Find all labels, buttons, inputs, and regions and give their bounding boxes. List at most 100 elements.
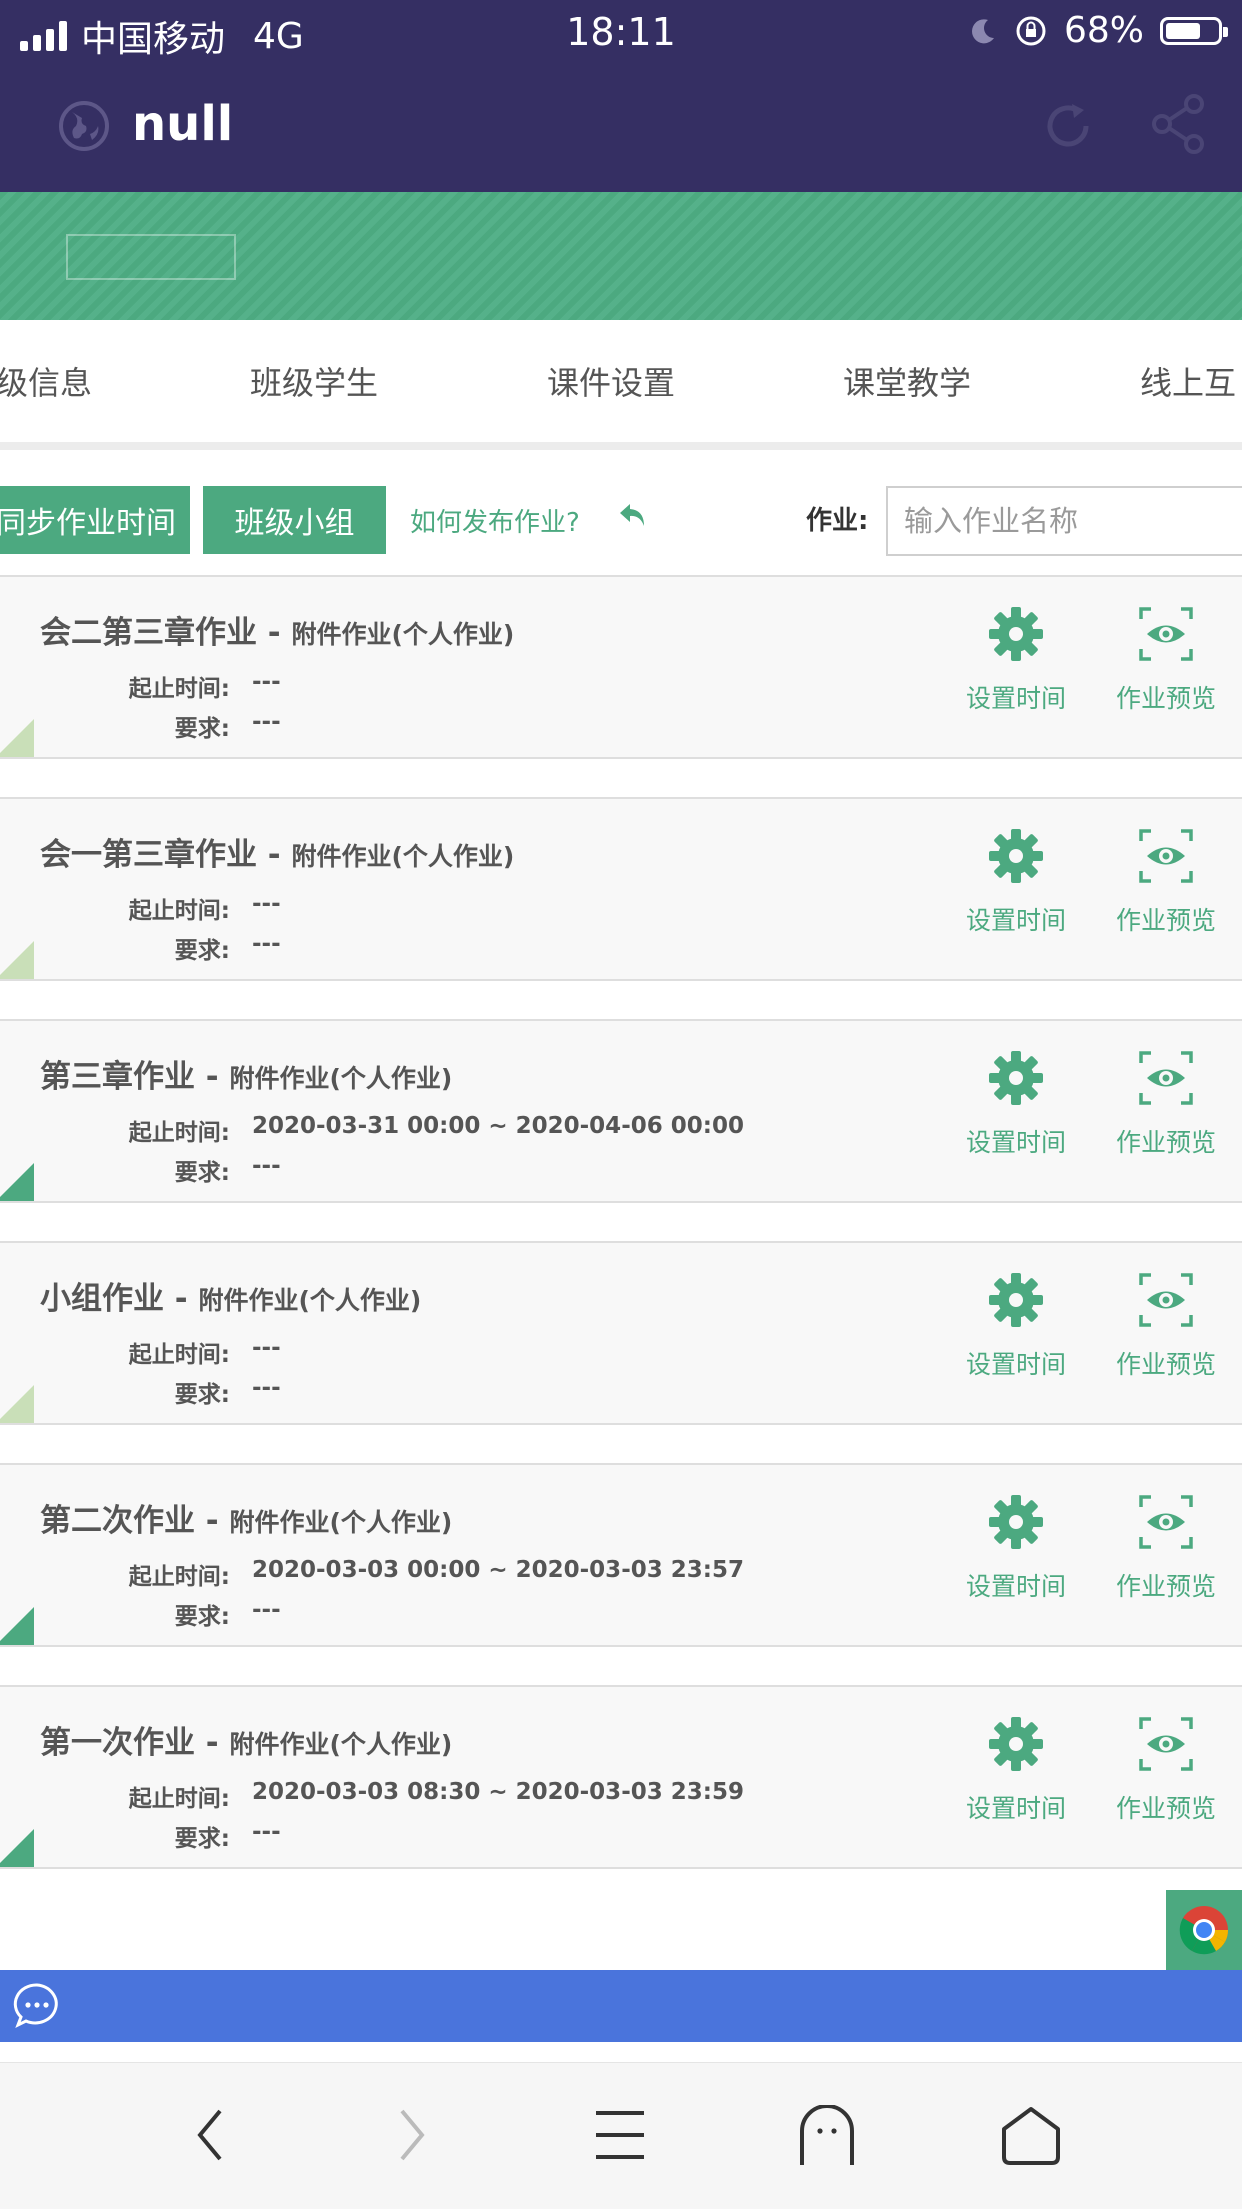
assignment-separator: - [195,1503,230,1539]
assignment-separator: - [195,1059,230,1095]
requirement-value: --- [252,1375,281,1401]
tab-classroom-teaching[interactable]: 课堂教学 [843,358,971,404]
eye-icon [1139,607,1193,661]
forward-icon[interactable] [392,2105,432,2165]
tab-courseware-settings[interactable]: 课件设置 [547,358,675,404]
preview-label: 作业预览 [1115,1572,1216,1601]
assignment-name: 会一第三章作业 [40,837,257,873]
assignment-separator: - [195,1725,230,1761]
time-label: 起止时间: [128,1786,230,1812]
status-right: 68% [968,10,1228,51]
gear-icon [989,1495,1043,1549]
refresh-icon[interactable] [1038,96,1098,156]
assignment-title: 会二第三章作业 - 附件作业(个人作业) [40,607,514,652]
time-value: 2020-03-03 08:30 ~ 2020-03-03 23:59 [252,1779,744,1805]
set-time-button[interactable]: 设置时间 [956,1493,1076,1603]
requirement-value: --- [252,1819,281,1845]
time-label: 起止时间: [128,676,230,702]
preview-label: 作业预览 [1115,684,1216,713]
gear-icon [989,1051,1043,1105]
preview-homework-button[interactable]: 作业预览 [1106,1271,1226,1381]
preview-homework-button[interactable]: 作业预览 [1106,1715,1226,1825]
rotation-lock-icon [1016,16,1046,45]
time-label: 起止时间: [128,1120,230,1146]
app-header: null [0,64,1242,192]
preview-label: 作业预览 [1115,906,1216,935]
requirement-value: --- [252,1597,281,1623]
tab-online-interaction[interactable]: 线上互 [1140,358,1236,404]
tab-bar: 级信息 班级学生 课件设置 课堂教学 线上互 [0,320,1242,442]
set-time-label: 设置时间 [965,1572,1066,1601]
set-time-label: 设置时间 [965,906,1066,935]
card-corner-ribbon [0,1829,34,1867]
assignment-type: 附件作业(个人作业) [229,1064,453,1093]
assignment-title: 第一次作业 - 附件作业(个人作业) [40,1717,452,1762]
set-time-button[interactable]: 设置时间 [956,1049,1076,1159]
assignment-separator: - [164,1281,199,1317]
set-time-button[interactable]: 设置时间 [956,605,1076,715]
assignment-card: 小组作业 - 附件作业(个人作业) 起止时间: --- 要求: --- 设置时间 [0,1241,1242,1425]
page-title: null [132,96,234,152]
eye-icon [1139,1495,1193,1549]
tab-class-students[interactable]: 班级学生 [250,358,378,404]
reply-arrow-icon[interactable] [618,500,648,530]
time-label: 起止时间: [128,1564,230,1590]
how-to-publish-link[interactable]: 如何发布作业? [410,502,580,539]
assignment-name: 小组作业 [40,1281,164,1317]
requirement-label: 要求: [174,1160,230,1186]
preview-homework-button[interactable]: 作业预览 [1106,1049,1226,1159]
tab-class-info[interactable]: 级信息 [0,358,92,404]
set-time-button[interactable]: 设置时间 [956,827,1076,937]
share-icon[interactable] [1150,94,1206,154]
preview-label: 作业预览 [1115,1350,1216,1379]
globe-icon [59,101,109,151]
gear-icon [989,1273,1043,1327]
home-icon[interactable] [1000,2105,1062,2167]
battery-percent: 68% [1063,10,1144,51]
assignment-card: 第二次作业 - 附件作业(个人作业) 起止时间: 2020-03-03 00:0… [0,1463,1242,1647]
set-time-button[interactable]: 设置时间 [956,1271,1076,1381]
gear-icon [989,1717,1043,1771]
assignment-title: 第二次作业 - 附件作业(个人作业) [40,1495,452,1540]
tabs-divider [0,442,1242,450]
chat-bar[interactable] [0,1970,1242,2042]
requirement-value: --- [252,1153,281,1179]
assignment-type: 附件作业(个人作业) [229,1508,453,1537]
time-value: --- [252,891,281,917]
assignment-name: 会二第三章作业 [40,615,257,651]
preview-homework-button[interactable]: 作业预览 [1106,1493,1226,1603]
preview-homework-button[interactable]: 作业预览 [1106,827,1226,937]
class-group-button[interactable]: 班级小组 [203,486,386,554]
assignment-title: 会一第三章作业 - 附件作业(个人作业) [40,829,514,874]
chrome-float-button[interactable] [1166,1890,1242,1970]
assignment-type: 附件作业(个人作业) [291,620,515,649]
assignment-card: 第一次作业 - 附件作业(个人作业) 起止时间: 2020-03-03 08:3… [0,1685,1242,1869]
requirement-value: --- [252,931,281,957]
eye-icon [1139,1051,1193,1105]
back-icon[interactable] [190,2105,230,2165]
gear-icon [989,829,1043,883]
chat-button[interactable] [0,1970,72,2042]
sync-homework-time-button[interactable]: 同步作业时间 [0,486,190,554]
requirement-label: 要求: [174,1604,230,1630]
preview-homework-button[interactable]: 作业预览 [1106,605,1226,715]
assignment-separator: - [257,837,292,873]
requirement-value: --- [252,709,281,735]
assignment-name: 第一次作业 [40,1725,195,1761]
menu-icon[interactable] [594,2105,646,2165]
assignment-title: 小组作业 - 附件作业(个人作业) [40,1273,421,1318]
requirement-label: 要求: [174,938,230,964]
banner-placeholder [66,234,236,280]
requirement-label: 要求: [174,1382,230,1408]
assignment-type: 附件作业(个人作业) [291,842,515,871]
homework-search-input[interactable] [886,486,1242,556]
set-time-button[interactable]: 设置时间 [956,1715,1076,1825]
ghost-tabs-icon[interactable] [798,2105,856,2167]
chat-icon [13,1983,58,2029]
moon-icon [972,18,994,43]
time-label: 起止时间: [128,1342,230,1368]
status-bar: 中国移动 4G 18:11 68% [0,0,1242,64]
preview-label: 作业预览 [1115,1128,1216,1157]
set-time-label: 设置时间 [965,1350,1066,1379]
set-time-label: 设置时间 [965,1794,1066,1823]
